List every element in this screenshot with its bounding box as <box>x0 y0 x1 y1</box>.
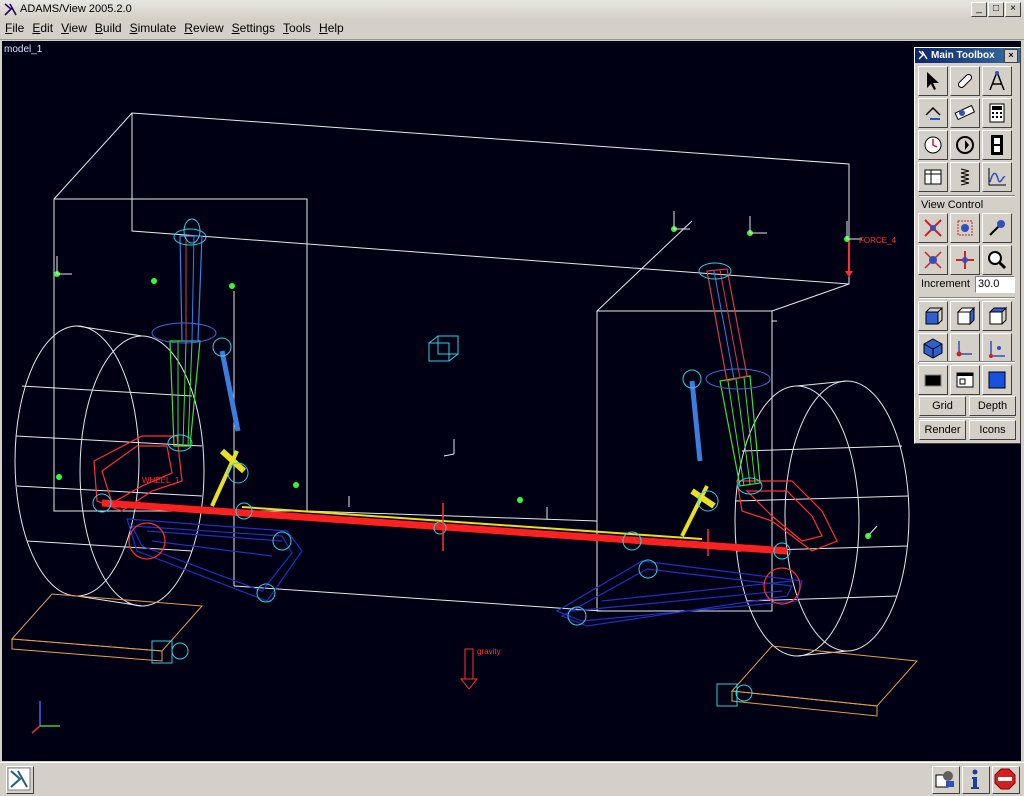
suspension-model-canvas[interactable]: FORCE_4 gravity WHEEL_1 <box>2 41 1021 761</box>
toolbox-separator <box>919 297 1015 299</box>
menu-view[interactable]: View <box>56 19 90 35</box>
increment-label: Increment <box>921 278 970 290</box>
gravity-arrow: gravity <box>459 647 501 690</box>
right-wheel <box>734 380 910 657</box>
menu-tools[interactable]: Tools <box>278 19 314 35</box>
ground-fixed-markers <box>151 640 753 707</box>
right-link-rod <box>680 369 719 537</box>
toolbox-toggle-button[interactable] <box>6 766 34 794</box>
adams-logo-icon <box>7 767 31 791</box>
toolbox-separator <box>919 195 1015 197</box>
chassis-wireframe <box>53 112 850 612</box>
display-grid <box>918 365 1012 395</box>
menu-bar: File Edit View Build Simulate Review Settings T… <box>0 19 1024 40</box>
close-button[interactable]: × <box>1005 2 1021 17</box>
main-toolbox: Main Toolbox × View Control Increment 30… <box>914 47 1021 444</box>
toolbox-title-bar[interactable]: Main Toolbox × <box>915 48 1020 63</box>
menu-build[interactable]: Build <box>90 19 125 35</box>
menu-review[interactable]: Review <box>179 19 226 35</box>
top-view-icon[interactable] <box>982 301 1012 331</box>
magnifier-icon[interactable] <box>982 245 1012 275</box>
toolbox-close-button[interactable]: × <box>1004 49 1018 63</box>
toolbox-separator <box>919 417 1015 419</box>
iso-view-icon[interactable] <box>918 333 948 363</box>
rotate-view-icon[interactable] <box>950 213 980 243</box>
adams-logo-icon <box>4 3 17 16</box>
plot-icon[interactable] <box>982 162 1012 192</box>
model-viewport[interactable]: FORCE_4 gravity WHEEL_1 model_1 <box>2 41 1021 761</box>
view-number-icon[interactable] <box>982 333 1012 363</box>
left-link-rod <box>210 337 249 507</box>
tool-grid <box>918 66 1012 192</box>
window-title: ADAMS/View 2005.2.0 <box>20 3 132 15</box>
link-icon[interactable] <box>950 66 980 96</box>
increment-input[interactable]: 30.0 <box>975 276 1015 293</box>
global-axis-triad <box>31 701 60 734</box>
command-window-button[interactable] <box>932 766 960 794</box>
front-view-icon[interactable] <box>918 301 948 331</box>
menu-edit[interactable]: Edit <box>27 19 56 35</box>
command-tools-icon <box>935 771 954 788</box>
axis-triad-icon[interactable] <box>950 333 980 363</box>
status-bar <box>0 762 1024 796</box>
main-axle <box>101 499 788 555</box>
view-control-grid <box>918 213 1012 275</box>
stop-button[interactable] <box>992 766 1020 794</box>
calculator-icon[interactable] <box>982 98 1012 128</box>
wheel-marker-label: WHEEL_1 <box>142 476 180 485</box>
left-knuckle <box>93 435 183 560</box>
depth-button[interactable]: Depth <box>969 396 1016 416</box>
force-label: FORCE_4 <box>859 236 896 245</box>
compass-icon[interactable] <box>982 66 1012 96</box>
clock-icon[interactable] <box>918 130 948 160</box>
right-shock-absorber <box>698 262 771 495</box>
color-swatch-icon[interactable] <box>982 365 1012 395</box>
gravity-label: gravity <box>477 647 501 656</box>
view-orientation-grid <box>918 301 1012 363</box>
center-cg-marker <box>428 335 459 362</box>
stop-sign-icon <box>994 768 1016 790</box>
menu-simulate[interactable]: Simulate <box>125 19 180 35</box>
zoom-dynamic-icon[interactable] <box>982 213 1012 243</box>
render-button[interactable]: Render <box>919 420 966 440</box>
track-rod <box>241 506 703 540</box>
toolbox-title: Main Toolbox <box>931 50 995 61</box>
pan-view-icon[interactable] <box>950 245 980 275</box>
model-name-label: model_1 <box>4 44 43 55</box>
menu-file[interactable]: File <box>0 19 27 35</box>
grid-button[interactable]: Grid <box>919 396 966 416</box>
side-view-icon[interactable] <box>950 301 980 331</box>
info-button[interactable] <box>962 766 990 794</box>
lower-control-arms <box>126 518 803 627</box>
toolbox-separator <box>919 361 1015 363</box>
minimize-button[interactable]: _ <box>971 2 987 17</box>
background-color-icon[interactable] <box>918 365 948 395</box>
icons-button[interactable]: Icons <box>969 420 1016 440</box>
ruler-icon[interactable] <box>950 98 980 128</box>
table-editor-icon[interactable] <box>918 162 948 192</box>
maximize-button[interactable]: □ <box>988 2 1004 17</box>
menu-settings[interactable]: Settings <box>227 19 278 35</box>
spring-icon[interactable] <box>950 162 980 192</box>
fit-view-icon[interactable] <box>918 245 948 275</box>
select-arrow-icon[interactable] <box>918 66 948 96</box>
view-control-label: View Control <box>921 199 984 211</box>
title-bar: ADAMS/View 2005.2.0 _ □ × <box>0 0 1024 20</box>
translate-view-icon[interactable] <box>918 213 948 243</box>
undo-measure-icon[interactable] <box>918 98 948 128</box>
force-4-arrow: FORCE_4 <box>845 236 896 277</box>
left-shock-absorber <box>151 218 217 452</box>
simulate-icon[interactable] <box>950 130 980 160</box>
menu-help[interactable]: Help <box>314 19 347 35</box>
window-layout-icon[interactable] <box>950 365 980 395</box>
filmstrip-icon[interactable] <box>982 130 1012 160</box>
info-icon <box>971 769 979 789</box>
adams-logo-icon <box>918 50 928 60</box>
